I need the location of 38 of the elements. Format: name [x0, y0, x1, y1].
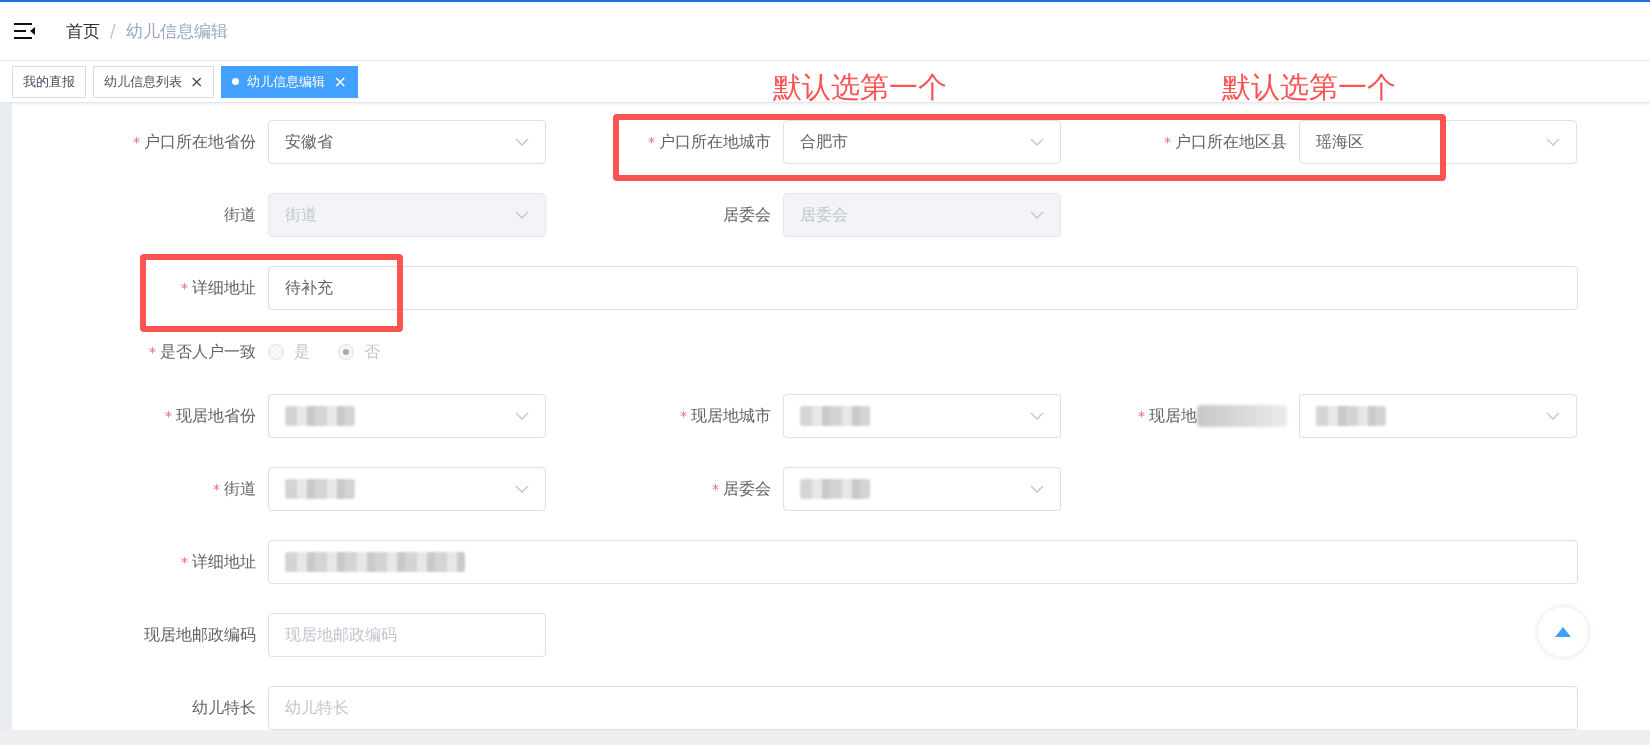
required-mark: * [712, 481, 719, 497]
annotation-note: 默认选第一个 [773, 69, 947, 106]
field-label: 是否人户一致 [160, 341, 256, 363]
field-label: 幼儿特长 [192, 697, 256, 719]
required-mark: * [1138, 408, 1145, 424]
select-field[interactable]: 合肥市 [783, 120, 1061, 164]
tab[interactable]: 幼儿信息列表 × [93, 65, 215, 98]
field-label: 户口所在地城市 [659, 131, 771, 153]
breadcrumb-separator: / [110, 21, 116, 41]
input-field[interactable]: 待补充 [268, 266, 1578, 310]
required-mark: * [165, 408, 172, 424]
required-mark: * [1164, 134, 1171, 150]
close-icon[interactable]: × [190, 72, 204, 91]
annotation-note: 默认选第一个 [1222, 69, 1396, 106]
tab[interactable]: 我的直报 [12, 65, 86, 98]
field-label: 街道 [224, 204, 256, 226]
field-label: 街道 [224, 478, 256, 500]
required-mark: * [680, 408, 687, 424]
required-mark: * [181, 280, 188, 296]
select-field[interactable]: 瑶海区 [1299, 120, 1577, 164]
select-field[interactable]: 安徽省 [268, 120, 546, 164]
field-label: 详细地址 [192, 551, 256, 573]
field-label: 居委会 [723, 204, 771, 226]
required-mark: * [181, 554, 188, 570]
field-label: 户口所在地区县 [1175, 131, 1287, 153]
breadcrumb-item[interactable]: 首页 [66, 19, 100, 43]
field-label: 现居地邮政编码 [144, 624, 256, 646]
field-label: 户口所在地省份 [144, 131, 256, 153]
breadcrumb-item: 幼儿信息编辑 [125, 19, 228, 43]
required-mark: * [648, 134, 655, 150]
field-label: 现居地城市 [691, 405, 771, 427]
required-mark: * [133, 134, 140, 150]
field-label: 详细地址 [192, 277, 256, 299]
required-mark: * [149, 344, 156, 360]
field-label: 现居地省份 [176, 405, 256, 427]
field-label: 居委会 [723, 478, 771, 500]
field-label: 现居地 [1149, 405, 1197, 427]
required-mark: * [213, 481, 220, 497]
